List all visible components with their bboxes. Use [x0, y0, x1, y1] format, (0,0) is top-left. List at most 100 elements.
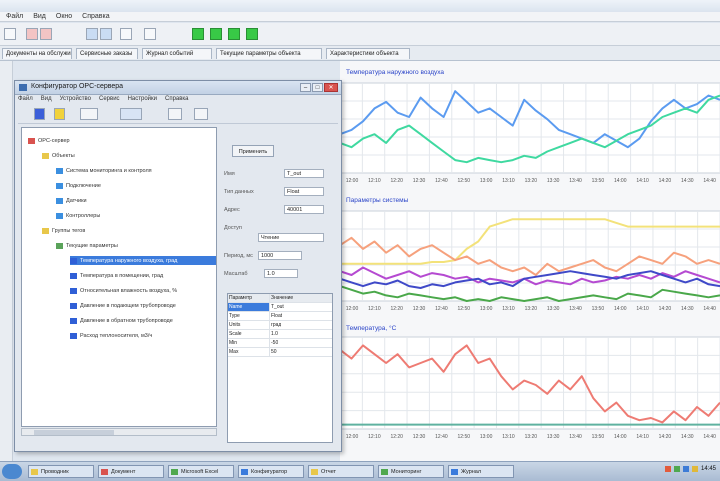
- tab-events[interactable]: Журнал событий: [142, 48, 212, 59]
- dialog-menu-file[interactable]: Файл: [18, 96, 33, 102]
- tray-icon[interactable]: [664, 466, 671, 472]
- taskbar-button[interactable]: Отчет: [308, 465, 374, 478]
- x-tick-label: 12:00: [346, 434, 359, 440]
- prop-field-address[interactable]: 40001: [284, 205, 324, 214]
- x-tick-label: 14:10: [636, 178, 649, 184]
- tree-item[interactable]: Давление в обратном трубопроводе: [70, 316, 173, 325]
- folder-icon[interactable]: [54, 108, 65, 120]
- tag-tree[interactable]: OPC-сервер Объекты Система мониторинга и к…: [21, 127, 217, 427]
- maximize-button[interactable]: □: [312, 83, 323, 92]
- new-icon[interactable]: [4, 28, 16, 40]
- menu-item-help[interactable]: Справка: [82, 12, 109, 21]
- x-tick-label: 14:00: [614, 434, 627, 440]
- tree-item[interactable]: Давление в подающем трубопроводе: [70, 301, 176, 310]
- tray-icon[interactable]: [691, 466, 698, 472]
- prop-field-type[interactable]: Float: [284, 187, 324, 196]
- tree-item-label: Давление в обратном трубопроводе: [80, 317, 173, 324]
- x-tick-label: 14:40: [703, 306, 716, 312]
- tray-icon[interactable]: [682, 466, 689, 472]
- tree-item[interactable]: Объекты: [42, 151, 75, 160]
- scrollbar-thumb[interactable]: [34, 430, 114, 435]
- tree-item[interactable]: Температура в помещении, град: [70, 271, 163, 280]
- tab-characteristics[interactable]: Характеристики объекта: [326, 48, 410, 59]
- record-icon[interactable]: [40, 28, 52, 40]
- taskbar-button[interactable]: Мониторинг: [378, 465, 444, 478]
- grid-row[interactable]: Min -50: [228, 339, 332, 348]
- start-button[interactable]: [2, 464, 22, 479]
- run-icon[interactable]: [210, 28, 222, 40]
- stop-icon[interactable]: [26, 28, 38, 40]
- tab-current-params[interactable]: Текущие параметры объекта: [216, 48, 322, 59]
- start-icon[interactable]: [192, 28, 204, 40]
- connect-icon[interactable]: [86, 28, 98, 40]
- taskbar-button-label: Журнал: [461, 469, 482, 475]
- tray-icon[interactable]: [673, 466, 680, 472]
- close-button[interactable]: ✕: [324, 83, 338, 92]
- tree-item[interactable]: OPC-сервер: [28, 136, 70, 145]
- tree-horizontal-scrollbar[interactable]: [21, 428, 217, 436]
- tools-icon[interactable]: [100, 28, 112, 40]
- tab-documents[interactable]: Документы на обслуживание: [2, 48, 72, 59]
- taskbar-button-label: Конфигуратор: [251, 469, 288, 475]
- taskbar-button[interactable]: Документ: [98, 465, 164, 478]
- tree-item[interactable]: Температура наружного воздуха, град: [70, 256, 216, 265]
- minimize-button[interactable]: –: [300, 83, 311, 92]
- menu-item-view[interactable]: Вид: [33, 12, 46, 21]
- tree-item[interactable]: Расход теплоносителя, м3/ч: [70, 331, 152, 340]
- prop-field-name[interactable]: T_out: [284, 169, 324, 178]
- play-icon[interactable]: [228, 28, 240, 40]
- grid-row[interactable]: Name T_out: [228, 303, 332, 312]
- prop-field-access[interactable]: Чтение: [258, 233, 324, 242]
- menu-item-window[interactable]: Окно: [56, 12, 72, 21]
- x-tick-label: 13:40: [569, 178, 582, 184]
- x-tick-label: 14:30: [681, 178, 694, 184]
- dialog-menu-device[interactable]: Устройство: [60, 96, 91, 102]
- tree-item-label: Группы тегов: [52, 227, 86, 234]
- settings-icon[interactable]: [194, 108, 208, 120]
- prop-field-scale[interactable]: 1.0: [264, 269, 298, 278]
- refresh-icon[interactable]: [246, 28, 258, 40]
- dialog-menu-help[interactable]: Справка: [165, 96, 189, 102]
- apply-button[interactable]: Применить: [232, 145, 274, 157]
- add-tag-icon[interactable]: [120, 108, 142, 120]
- menu-item-file[interactable]: Файл: [6, 12, 23, 21]
- prop-field-period[interactable]: 1000: [258, 251, 302, 260]
- tree-item[interactable]: Система мониторинга и контроля: [56, 166, 152, 175]
- grid-cell: Min: [228, 339, 270, 347]
- taskbar-button[interactable]: Журнал: [448, 465, 514, 478]
- chart-system-params: 12:00 12:10 12:20 12:30 12:40 12:50 13:00 13:10…: [340, 210, 720, 312]
- grid-cell: Units: [228, 321, 270, 329]
- x-tick-label: 12:20: [390, 306, 403, 312]
- x-tick-label: 13:00: [480, 434, 493, 440]
- taskbar-button[interactable]: Проводник: [28, 465, 94, 478]
- left-panel-strip: [0, 61, 13, 461]
- tree-item[interactable]: Группы тегов: [42, 226, 85, 235]
- dialog-menu-settings[interactable]: Настройки: [128, 96, 157, 102]
- filter-icon[interactable]: [144, 28, 156, 40]
- tree-item[interactable]: Контроллеры: [56, 211, 100, 220]
- tree-item[interactable]: Относительная влажность воздуха, %: [70, 286, 177, 295]
- document-icon[interactable]: [120, 28, 132, 40]
- server-icon[interactable]: [34, 108, 45, 120]
- grid-row[interactable]: Units град: [228, 321, 332, 330]
- taskbar-button[interactable]: Microsoft Excel: [168, 465, 234, 478]
- charts-area: Температура наружного воздуха 12:00 12:10…: [340, 61, 720, 461]
- dialog-menu-view[interactable]: Вид: [41, 96, 52, 102]
- x-tick-label: 13:50: [592, 434, 605, 440]
- tab-orders[interactable]: Сервисные заказы: [76, 48, 138, 59]
- x-tick-label: 12:10: [368, 178, 381, 184]
- tree-item[interactable]: Подключение: [56, 181, 101, 190]
- tree-item[interactable]: Датчики: [56, 196, 87, 205]
- tree-item[interactable]: Текущие параметры: [56, 241, 118, 250]
- grid-row[interactable]: Scale 1.0: [228, 330, 332, 339]
- x-tick-label: 13:40: [569, 306, 582, 312]
- grid-row[interactable]: Max 50: [228, 348, 332, 357]
- grid-row[interactable]: Type Float: [228, 312, 332, 321]
- props-icon[interactable]: [80, 108, 98, 120]
- property-grid[interactable]: Параметр Значение Name T_out Type Float Units г…: [227, 293, 333, 443]
- prop-label-period: Период, мс: [224, 253, 253, 259]
- delete-icon[interactable]: [168, 108, 182, 120]
- taskbar-button[interactable]: Конфигуратор: [238, 465, 304, 478]
- dialog-menu-service[interactable]: Сервис: [99, 96, 120, 102]
- x-tick-label: 12:40: [435, 306, 448, 312]
